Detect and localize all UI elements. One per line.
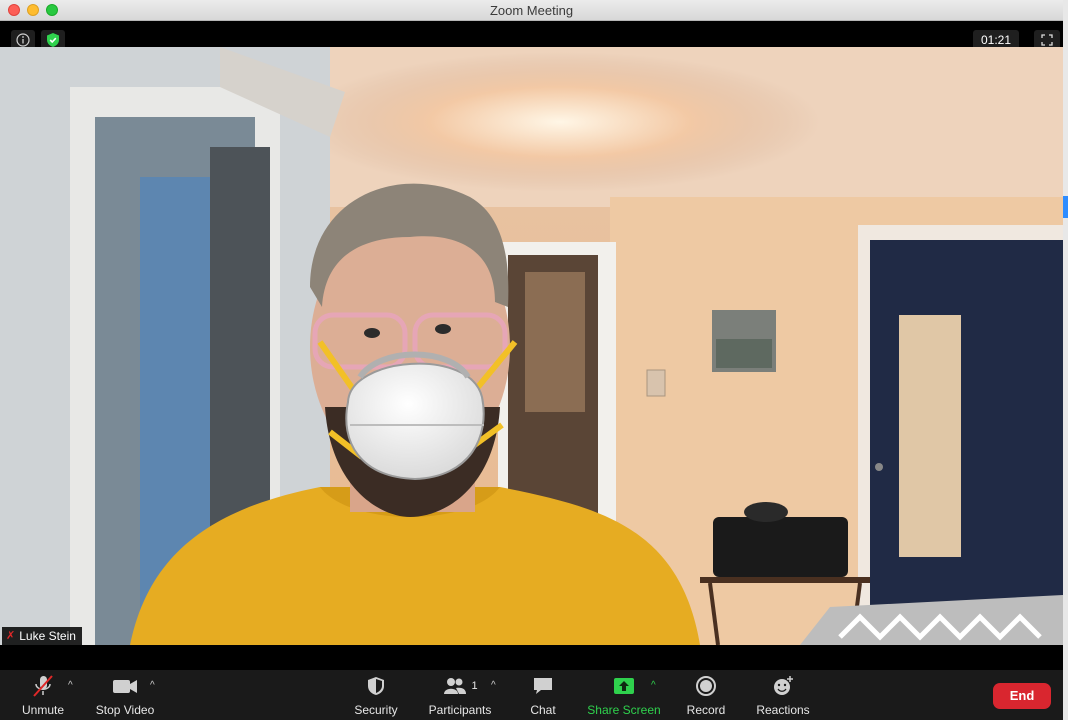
video-bottom-bar: [0, 645, 1063, 670]
muted-mic-icon: ✗: [6, 630, 16, 642]
record-button[interactable]: Record: [684, 674, 728, 718]
video-options-caret[interactable]: ^: [150, 680, 155, 691]
window-title: Zoom Meeting: [489, 3, 574, 18]
participants-button[interactable]: 1 Participants: [426, 674, 494, 718]
participants-icon-group: 1: [442, 674, 478, 698]
background-window-edge: [1063, 0, 1068, 720]
unmute-label: Unmute: [21, 703, 65, 717]
share-screen-label: Share Screen: [587, 703, 661, 717]
chat-label: Chat: [530, 703, 556, 717]
stop-video-button[interactable]: Stop Video: [92, 674, 158, 718]
record-label: Record: [686, 703, 726, 717]
share-options-caret[interactable]: ^: [651, 680, 656, 691]
video-frame-image: [0, 47, 1063, 645]
title-bar: Zoom Meeting: [0, 0, 1063, 21]
record-icon: [694, 674, 718, 698]
chat-bubble-icon: [531, 674, 555, 698]
share-screen-icon: [612, 674, 636, 698]
audio-options-caret[interactable]: ^: [68, 680, 73, 691]
participant-name-tag: ✗ Luke Stein: [2, 627, 82, 645]
shield-icon: [365, 674, 387, 698]
meeting-toolbar: Unmute ^ Stop Video ^ Security 1 Partici…: [0, 670, 1063, 720]
chat-button[interactable]: Chat: [526, 674, 560, 718]
background-window-accent: [1063, 196, 1068, 218]
muted-microphone-icon: [30, 674, 56, 698]
security-label: Security: [354, 703, 398, 717]
emoji-plus-icon: [771, 674, 795, 698]
security-button[interactable]: Security: [350, 674, 402, 718]
participants-icon: [444, 678, 467, 694]
participants-options-caret[interactable]: ^: [491, 680, 496, 691]
end-meeting-button[interactable]: End: [993, 683, 1051, 709]
video-feed: [0, 47, 1063, 645]
reactions-label: Reactions: [756, 703, 810, 717]
meeting-top-bar: [0, 21, 1063, 47]
participants-count: 1: [471, 680, 478, 692]
stop-video-label: Stop Video: [95, 703, 155, 717]
participants-label: Participants: [428, 703, 492, 717]
participant-name: Luke Stein: [19, 629, 76, 643]
video-camera-icon: [111, 674, 139, 698]
reactions-button[interactable]: Reactions: [755, 674, 811, 718]
unmute-button[interactable]: Unmute: [18, 674, 68, 718]
